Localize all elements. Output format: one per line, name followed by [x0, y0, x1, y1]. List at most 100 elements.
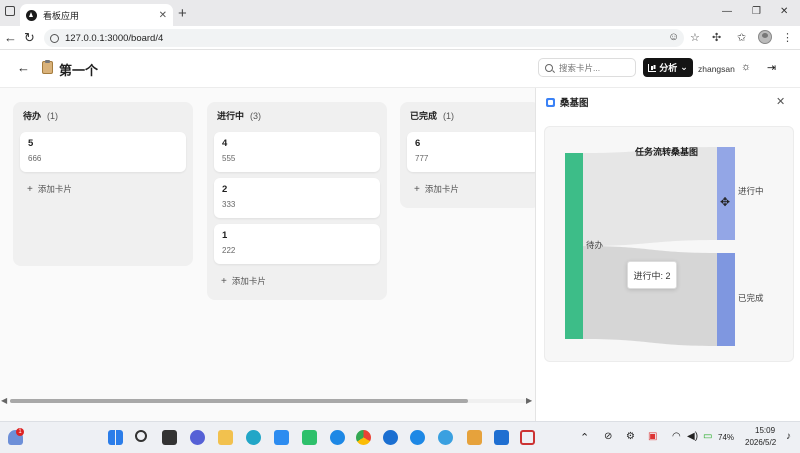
- analyze-button[interactable]: 分析 ⌄: [643, 58, 693, 77]
- node-label-todo: 待办: [586, 240, 604, 250]
- move-cursor-icon: ✥: [720, 195, 731, 209]
- add-card-button[interactable]: + 添加卡片: [207, 270, 387, 292]
- card-title: 5: [28, 138, 34, 149]
- card-description: 555: [222, 154, 236, 163]
- card[interactable]: 4 555: [214, 132, 380, 172]
- chrome-icon[interactable]: [356, 430, 371, 445]
- add-card-label: 添加卡片: [424, 184, 459, 194]
- card-description: 666: [28, 154, 42, 163]
- scroll-left-icon[interactable]: ◀: [1, 396, 7, 405]
- search-input[interactable]: [559, 62, 629, 73]
- search-box[interactable]: [538, 58, 636, 77]
- board-title: 第一个: [59, 63, 99, 78]
- clock-time[interactable]: 15:09: [755, 426, 775, 435]
- battery-icon[interactable]: ▭: [703, 431, 712, 442]
- settings-icon[interactable]: ⚙: [626, 431, 635, 442]
- username[interactable]: zhangsan: [698, 64, 735, 74]
- site-info-icon[interactable]: [50, 33, 59, 43]
- card[interactable]: 5 666: [20, 132, 186, 172]
- board-horizontal-scrollbar[interactable]: ◀ ▶: [0, 395, 535, 407]
- sankey-node-done[interactable]: [717, 253, 735, 346]
- card[interactable]: 6 777: [407, 132, 535, 172]
- notification-bell-icon[interactable]: ♪: [786, 431, 791, 442]
- speaker-icon[interactable]: ◀): [687, 431, 698, 442]
- wechat-icon[interactable]: [302, 430, 317, 445]
- column-name: 待办: [23, 111, 42, 121]
- app-tray-icon[interactable]: ▣: [648, 431, 657, 442]
- node-label-done: 已完成: [738, 293, 764, 303]
- edge-icon[interactable]: [383, 430, 398, 445]
- sankey-node-in-progress[interactable]: [717, 147, 735, 240]
- hide-icon[interactable]: ⊘: [604, 431, 612, 442]
- url-text: 127.0.0.1:3000/board/4: [65, 32, 164, 44]
- favorites-icon[interactable]: ✩: [737, 31, 746, 44]
- card-title: 2: [222, 184, 228, 195]
- tab-close-icon[interactable]: ✕: [159, 10, 167, 21]
- browser-tab[interactable]: 看板应用 ✕: [20, 4, 173, 26]
- card[interactable]: 1 222: [214, 224, 380, 264]
- extensions-icon[interactable]: ✣: [712, 31, 721, 44]
- card[interactable]: 2 333: [214, 178, 380, 218]
- app-header: ← 第一个 分析 ⌄ zhangsan ☼ ⇥: [0, 50, 800, 88]
- close-panel-icon[interactable]: ✕: [776, 95, 785, 108]
- tab-title: 看板应用: [43, 10, 80, 21]
- logout-icon[interactable]: ⇥: [767, 61, 776, 74]
- search-icon[interactable]: [135, 430, 147, 442]
- add-card-label: 添加卡片: [37, 184, 72, 194]
- search-icon: [545, 63, 553, 72]
- file-explorer-icon[interactable]: [218, 430, 233, 445]
- clipboard-icon: [42, 60, 53, 74]
- address-bar[interactable]: 127.0.0.1:3000/board/4: [44, 29, 684, 47]
- wifi-icon[interactable]: ◠: [672, 431, 681, 442]
- sankey-link[interactable]: [583, 147, 717, 246]
- sankey-svg: [565, 147, 735, 346]
- add-card-button[interactable]: + 添加卡片: [400, 178, 535, 200]
- panel-title: 桑基图: [560, 98, 589, 109]
- chart-tooltip: 进行中: 2: [627, 261, 677, 289]
- bookmark-star-icon[interactable]: ☆: [690, 31, 700, 44]
- windows-taskbar: 1 ⌃ ⊘ ⚙ ▣ ◠ ◀) ▭ 74% 15:09 2026/5/2 ♪: [0, 421, 800, 453]
- app-icon[interactable]: [246, 430, 261, 445]
- vscode-icon[interactable]: [494, 430, 509, 445]
- sidebar-toggle-icon[interactable]: [5, 6, 15, 16]
- minimize-icon[interactable]: —: [722, 6, 732, 17]
- board-area: 待办 (1) 5 666 + 添加卡片 进行中 (3) 4 555 2 333 …: [0, 88, 535, 421]
- plus-icon: +: [414, 183, 420, 195]
- edge-dev-icon[interactable]: [330, 430, 345, 445]
- card-description: 222: [222, 246, 236, 255]
- app-icon-2[interactable]: [438, 430, 453, 445]
- sankey-node-todo[interactable]: [565, 153, 583, 339]
- card-title: 6: [415, 138, 421, 149]
- task-view-icon[interactable]: [162, 430, 177, 445]
- chevron-up-icon[interactable]: ⌃: [580, 431, 589, 444]
- back-arrow-icon[interactable]: ←: [17, 60, 30, 75]
- add-card-label: 添加卡片: [231, 276, 266, 286]
- restore-icon[interactable]: ❐: [752, 6, 761, 17]
- scrollbar-thumb[interactable]: [10, 399, 468, 403]
- copilot-icon[interactable]: [190, 430, 205, 445]
- profile-avatar[interactable]: [758, 30, 772, 44]
- snipping-tool-icon[interactable]: [520, 430, 535, 445]
- column-todo: 待办 (1) 5 666 + 添加卡片: [13, 102, 193, 266]
- add-card-button[interactable]: + 添加卡片: [13, 178, 193, 200]
- feishu-icon[interactable]: [274, 430, 289, 445]
- reload-icon[interactable]: ↻: [24, 30, 35, 46]
- window-close-icon[interactable]: ✕: [780, 6, 788, 17]
- start-icon[interactable]: [108, 430, 123, 445]
- column-header: 进行中 (3): [207, 102, 387, 129]
- browser-toolbar: ← ↻ 127.0.0.1:3000/board/4 ☺ ☆ ✣ ✩ ⋮: [0, 26, 800, 50]
- new-tab-icon[interactable]: +: [178, 5, 187, 22]
- kanban-app: ← 第一个 分析 ⌄ zhangsan ☼ ⇥ 待办 (1) 5 666 +: [0, 50, 800, 421]
- card-description: 333: [222, 200, 236, 209]
- emoji-icon[interactable]: ☺: [668, 31, 679, 43]
- back-arrow-icon[interactable]: ←: [4, 30, 17, 45]
- theme-toggle-icon[interactable]: ☼: [741, 61, 751, 73]
- more-menu-icon[interactable]: ⋮: [782, 31, 793, 44]
- column-in-progress: 进行中 (3) 4 555 2 333 1 222 + 添加卡片: [207, 102, 387, 300]
- column-count: (1): [443, 110, 455, 121]
- app-icon-3[interactable]: [467, 430, 482, 445]
- edge-beta-icon[interactable]: [410, 430, 425, 445]
- card-description: 777: [415, 154, 429, 163]
- clock-date[interactable]: 2026/5/2: [745, 438, 776, 447]
- scroll-right-icon[interactable]: ▶: [526, 396, 532, 405]
